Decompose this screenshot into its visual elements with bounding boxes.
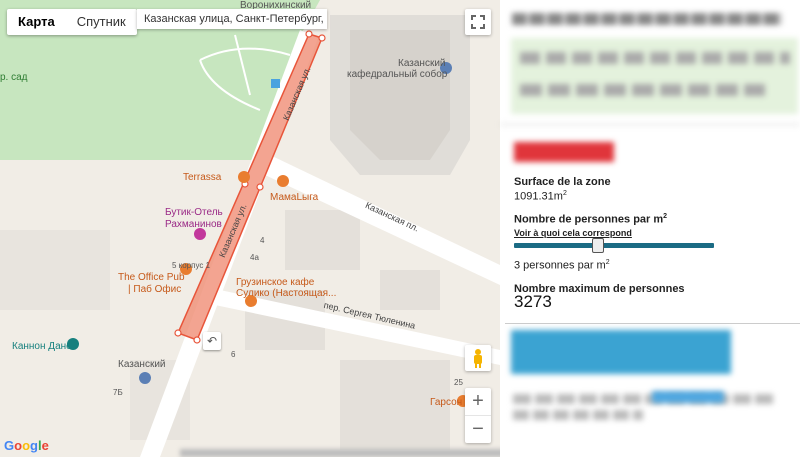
map-label: Сулико (Настоящая... <box>236 288 337 299</box>
panel-divider <box>505 323 800 324</box>
map-label: МамаLыга <box>270 192 319 203</box>
zoom-in-button[interactable]: + <box>465 388 491 415</box>
map-label: Каннон Данс <box>12 341 72 352</box>
map-type-control: Карта Спутник <box>7 9 137 35</box>
map-type-map-button[interactable]: Карта <box>7 9 66 35</box>
zoom-control: + − <box>465 388 491 443</box>
surface-value: 1091.31m2 <box>514 190 567 203</box>
zone-vertex <box>318 34 326 42</box>
map-label: р. сад <box>0 72 28 83</box>
redacted-title <box>512 13 782 25</box>
fullscreen-button[interactable] <box>465 9 491 35</box>
map-label: 6 <box>231 350 236 359</box>
map-label: The Office Pub <box>118 272 185 283</box>
map-label: Казанский <box>398 58 446 69</box>
map-label: 5 корпус 1 <box>172 261 211 270</box>
blurred-footer <box>180 449 505 457</box>
pegman-icon <box>474 349 482 368</box>
google-logo: Google <box>4 438 49 453</box>
density-label: Nombre de personnes par m2 <box>514 213 668 226</box>
undo-icon: ↶ <box>206 334 218 348</box>
map-type-satellite-button[interactable]: Спутник <box>66 9 137 35</box>
map-label: кафедральный собор <box>347 69 448 80</box>
map-label: Бутик-Отель <box>165 207 223 218</box>
zone-vertex <box>174 329 182 337</box>
map-label: Рахманинов <box>165 219 222 230</box>
density-help-link[interactable]: Voir à quoi cela correspond <box>514 228 632 238</box>
place-marker <box>139 372 151 384</box>
undo-button[interactable]: ↶ <box>203 332 221 350</box>
redacted-red-header <box>514 142 614 162</box>
redacted-text <box>513 394 773 404</box>
density-slider[interactable] <box>514 238 714 253</box>
redacted-link[interactable] <box>652 391 724 403</box>
transit-icon <box>271 79 280 88</box>
surface-label: Surface de la zone <box>514 176 611 188</box>
building <box>0 230 110 310</box>
map-label: 4а <box>250 253 259 262</box>
slider-handle[interactable] <box>592 238 604 253</box>
zoom-out-button[interactable]: − <box>465 415 491 443</box>
map-label: 4 <box>260 236 265 245</box>
restaurant-marker <box>277 175 289 187</box>
map-label: Грузинское кафе <box>236 277 315 288</box>
map-label: 25 <box>454 378 463 387</box>
max-value: 3273 <box>514 292 552 311</box>
map-label: 7Б <box>113 388 123 397</box>
map-view[interactable]: Воронихинский р. сад Казанский кафедраль… <box>0 0 500 457</box>
map-label: Казанский <box>118 359 166 370</box>
fullscreen-icon <box>471 15 485 29</box>
building <box>285 210 360 270</box>
zone-vertex <box>193 336 201 344</box>
restaurant-marker <box>238 171 250 183</box>
map-label: | Паб Офис <box>128 284 182 295</box>
address-box[interactable]: Казанская улица, Санкт-Петербург, Ро... <box>137 9 327 29</box>
zone-vertex <box>256 183 264 191</box>
density-value: 3 personnes par m2 <box>514 259 610 272</box>
redacted-green-block <box>511 38 798 114</box>
map-label: Terrassa <box>183 172 222 183</box>
street-view-pegman-button[interactable] <box>465 345 491 371</box>
zone-vertex <box>305 30 313 38</box>
building <box>380 270 440 310</box>
redacted-blue-button[interactable] <box>511 330 731 374</box>
map-label: Гарсон <box>430 397 463 408</box>
